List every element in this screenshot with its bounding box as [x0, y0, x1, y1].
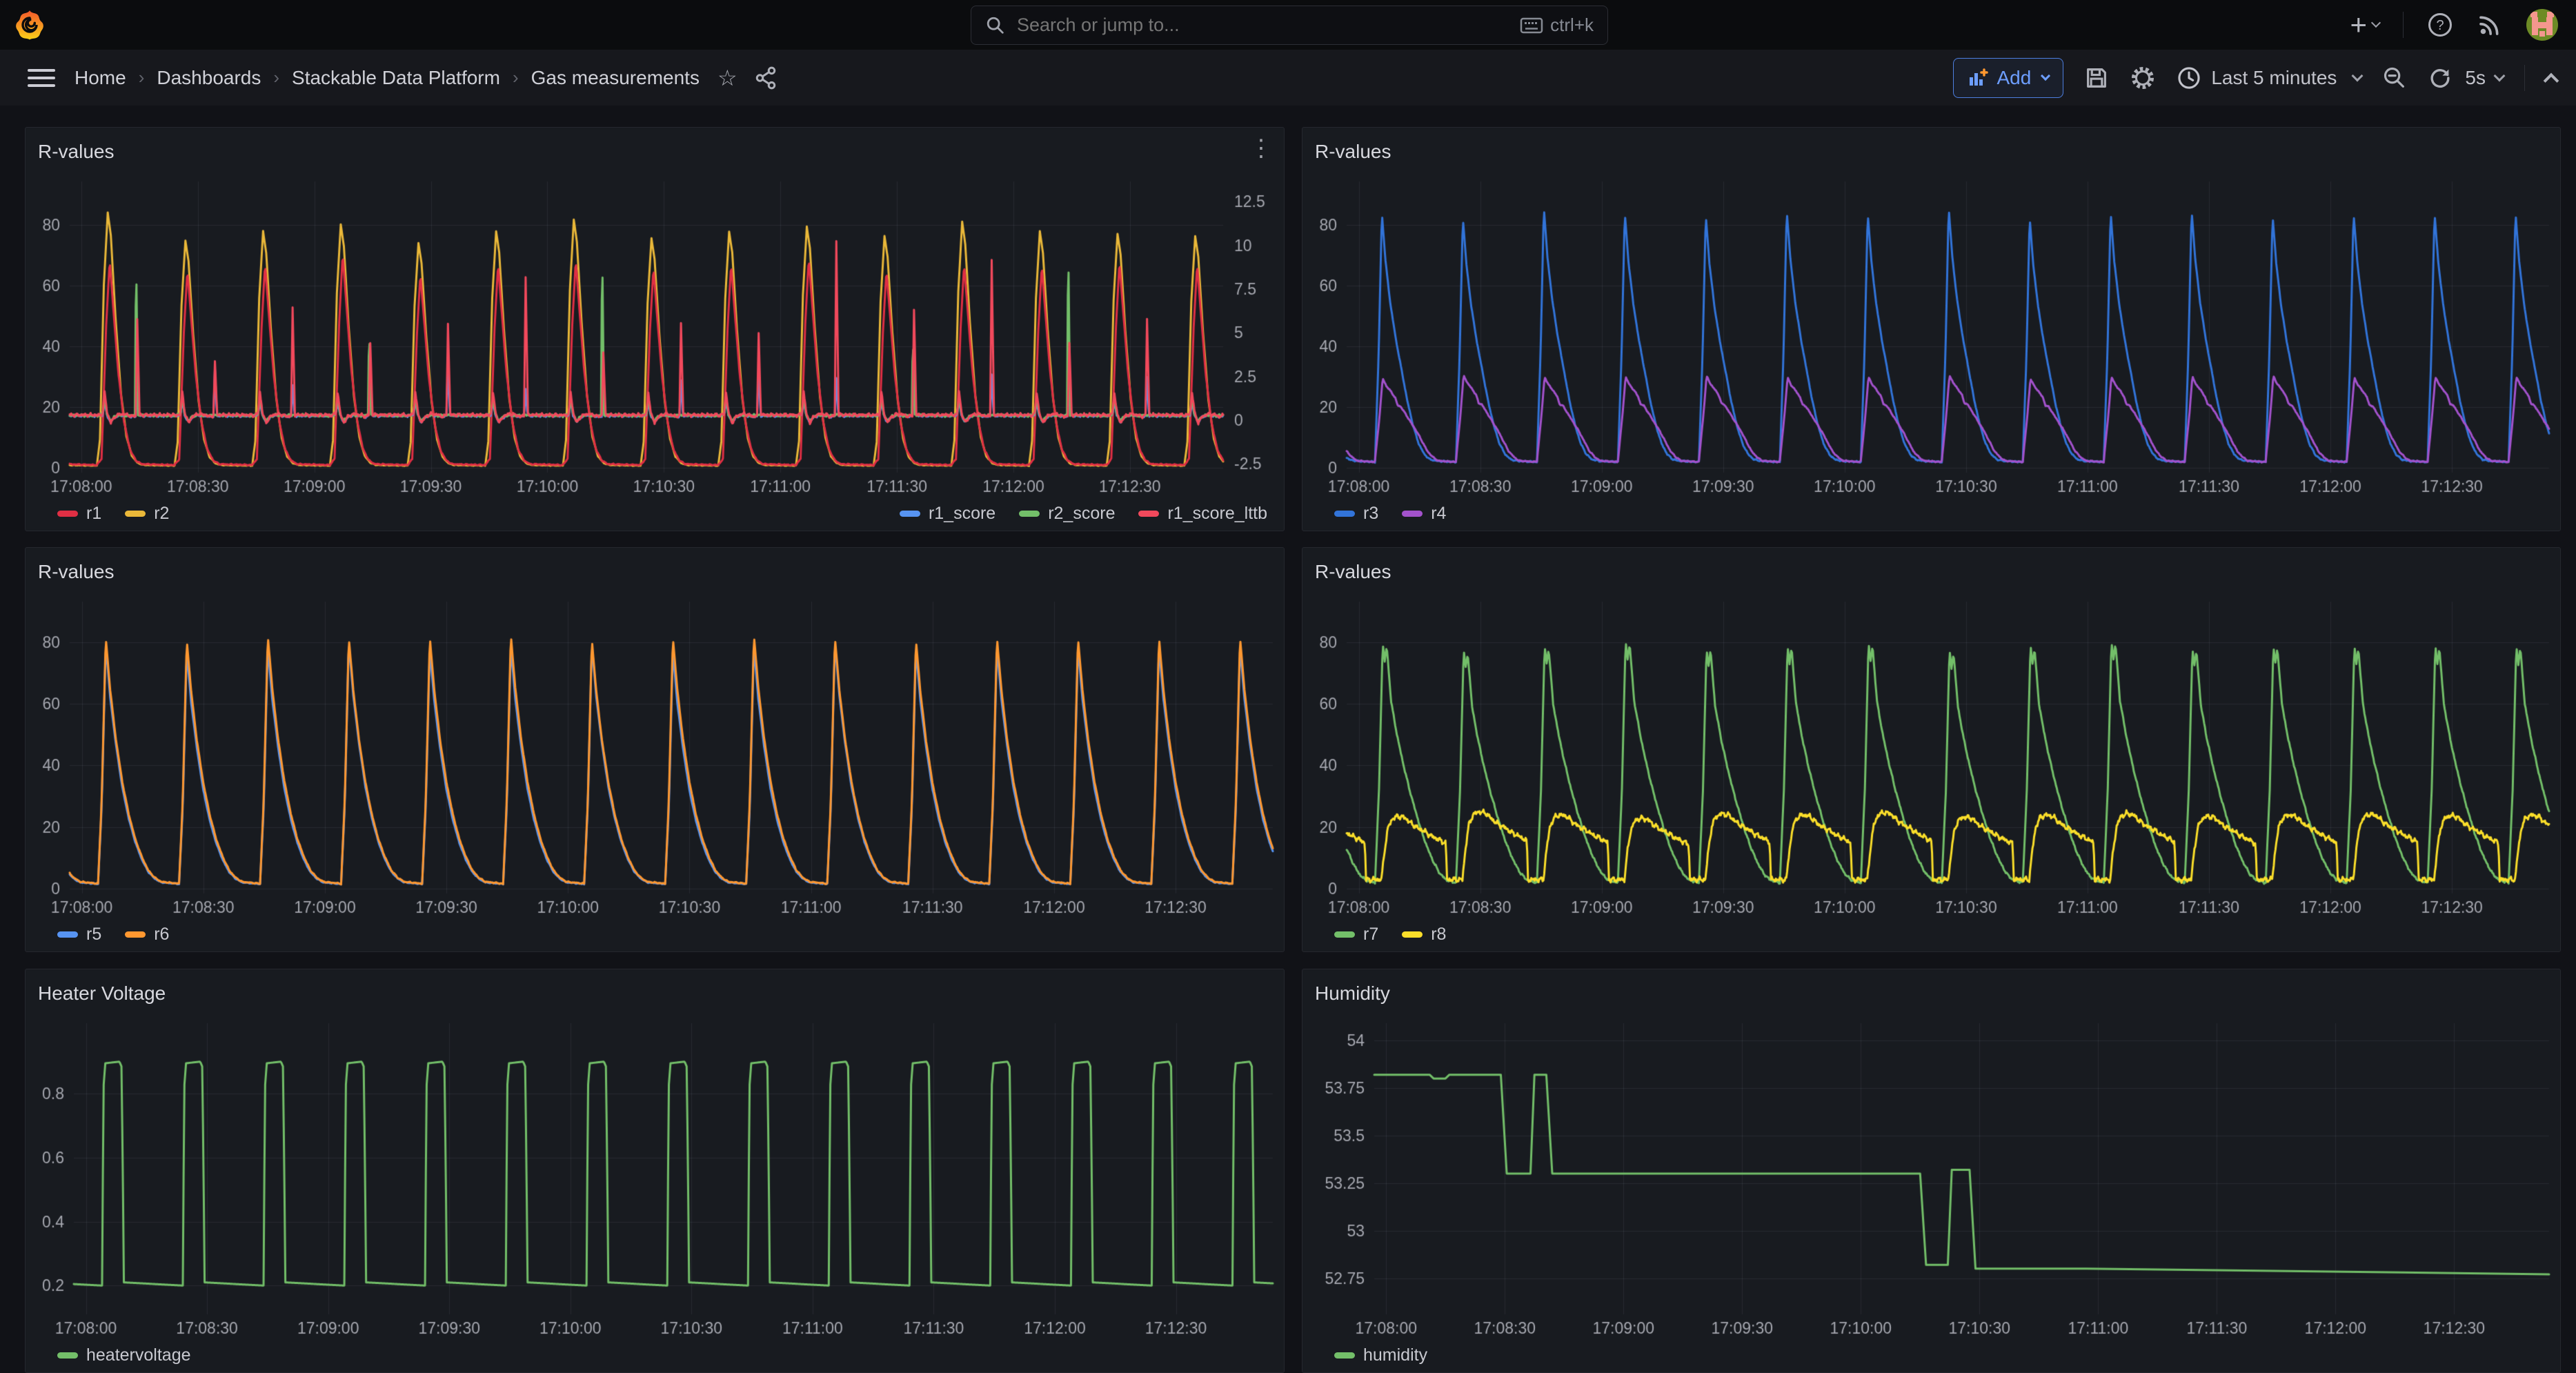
- breadcrumb-dashboards[interactable]: Dashboards: [157, 67, 261, 89]
- panel-r-values-3: R-values r5 r6: [25, 547, 1285, 952]
- time-range-label: Last 5 minutes: [2211, 67, 2337, 89]
- search-shortcut: ctrl+k: [1550, 14, 1594, 36]
- panel-legend: heatervoltage: [26, 1342, 1284, 1372]
- zoom-out-icon[interactable]: [2382, 66, 2407, 90]
- time-range-picker[interactable]: Last 5 minutes: [2177, 66, 2361, 90]
- help-icon[interactable]: ?: [2427, 12, 2453, 38]
- panel-r-values-1: R-values ⋮ r1 r2 r1_score r2_score r1_sc…: [25, 127, 1285, 531]
- panel-title[interactable]: Humidity: [1315, 982, 1390, 1005]
- chart-canvas[interactable]: [1302, 166, 2560, 500]
- breadcrumb: Home › Dashboards › Stackable Data Platf…: [75, 67, 700, 89]
- refresh-icon: [2428, 66, 2453, 90]
- breadcrumb-folder[interactable]: Stackable Data Platform: [292, 67, 500, 89]
- panel-legend: humidity: [1302, 1342, 2560, 1372]
- chevron-down-icon: [2371, 18, 2381, 28]
- panel-heater-voltage: Heater Voltage heatervoltage: [25, 969, 1285, 1373]
- share-icon[interactable]: [754, 66, 777, 90]
- legend-item[interactable]: r3: [1334, 504, 1378, 524]
- dashboard-header-bar: Home › Dashboards › Stackable Data Platf…: [0, 50, 2576, 106]
- legend-item[interactable]: r6: [125, 925, 169, 945]
- chart-canvas[interactable]: [1302, 1008, 2560, 1342]
- divider: [2403, 12, 2404, 38]
- add-panel-icon: [1968, 68, 1988, 88]
- breadcrumb-separator: ›: [272, 67, 281, 88]
- menu-toggle-icon[interactable]: [28, 69, 55, 87]
- legend-item[interactable]: r2_score: [1019, 504, 1115, 524]
- top-nav-bar: ctrl+k + ?: [0, 0, 2576, 50]
- chevron-down-icon: [2352, 70, 2364, 81]
- legend-item[interactable]: r8: [1402, 925, 1446, 945]
- refresh-button[interactable]: [2428, 66, 2453, 90]
- panel-humidity: Humidity humidity: [1302, 969, 2561, 1373]
- panel-title[interactable]: R-values: [1315, 561, 1391, 583]
- chevron-down-icon: [2494, 70, 2506, 81]
- breadcrumb-home[interactable]: Home: [75, 67, 126, 89]
- breadcrumb-separator: ›: [137, 67, 146, 88]
- favorite-star-icon[interactable]: ☆: [717, 65, 737, 91]
- add-button[interactable]: Add: [1953, 58, 2063, 98]
- refresh-interval-label: 5s: [2465, 67, 2486, 89]
- breadcrumb-current[interactable]: Gas measurements: [531, 67, 700, 89]
- chart-canvas[interactable]: [26, 1008, 1284, 1342]
- keyboard-icon: [1520, 17, 1543, 34]
- panel-menu-icon[interactable]: ⋮: [1249, 135, 1273, 162]
- dashboard-settings-gear-icon[interactable]: [2130, 65, 2156, 91]
- legend-item[interactable]: r7: [1334, 925, 1378, 945]
- legend-item[interactable]: r1: [57, 504, 101, 524]
- legend-item[interactable]: r2: [125, 504, 169, 524]
- panel-legend: r1 r2 r1_score r2_score r1_score_lttb: [26, 500, 1284, 531]
- chevron-up-icon[interactable]: [2544, 72, 2559, 88]
- chart-canvas[interactable]: [1302, 586, 2560, 921]
- clock-icon: [2177, 66, 2201, 90]
- panel-title[interactable]: R-values: [38, 141, 114, 163]
- panel-title[interactable]: R-values: [1315, 141, 1391, 163]
- panel-r-values-4: R-values r7 r8: [1302, 547, 2561, 952]
- svg-text:?: ?: [2436, 18, 2444, 33]
- legend-item[interactable]: heatervoltage: [57, 1345, 191, 1365]
- breadcrumb-separator: ›: [511, 67, 520, 88]
- panel-r-values-2: R-values r3 r4: [1302, 127, 2561, 531]
- panel-title[interactable]: Heater Voltage: [38, 982, 166, 1005]
- search-input[interactable]: ctrl+k: [971, 6, 1608, 45]
- legend-item[interactable]: r4: [1402, 504, 1446, 524]
- panel-legend: r7 r8: [1302, 921, 2560, 951]
- chart-canvas[interactable]: [26, 586, 1284, 921]
- news-rss-icon[interactable]: [2477, 12, 2503, 38]
- legend-item[interactable]: r1_score_lttb: [1138, 504, 1267, 524]
- grafana-logo-icon[interactable]: [14, 9, 46, 41]
- panel-title[interactable]: R-values: [38, 561, 114, 583]
- search-field[interactable]: [1015, 14, 1520, 37]
- user-avatar[interactable]: [2526, 9, 2558, 41]
- legend-item[interactable]: humidity: [1334, 1345, 1427, 1365]
- save-dashboard-icon[interactable]: [2084, 66, 2109, 90]
- refresh-interval-picker[interactable]: 5s: [2465, 67, 2504, 89]
- chevron-down-icon: [2041, 70, 2050, 80]
- legend-item[interactable]: r1_score: [900, 504, 995, 524]
- search-icon: [985, 15, 1006, 36]
- divider: [2524, 65, 2525, 91]
- legend-item[interactable]: r5: [57, 925, 101, 945]
- new-menu-button[interactable]: +: [2350, 10, 2379, 39]
- panel-legend: r3 r4: [1302, 500, 2560, 531]
- plus-icon: +: [2350, 10, 2367, 39]
- chart-canvas[interactable]: [26, 166, 1284, 500]
- panel-legend: r5 r6: [26, 921, 1284, 951]
